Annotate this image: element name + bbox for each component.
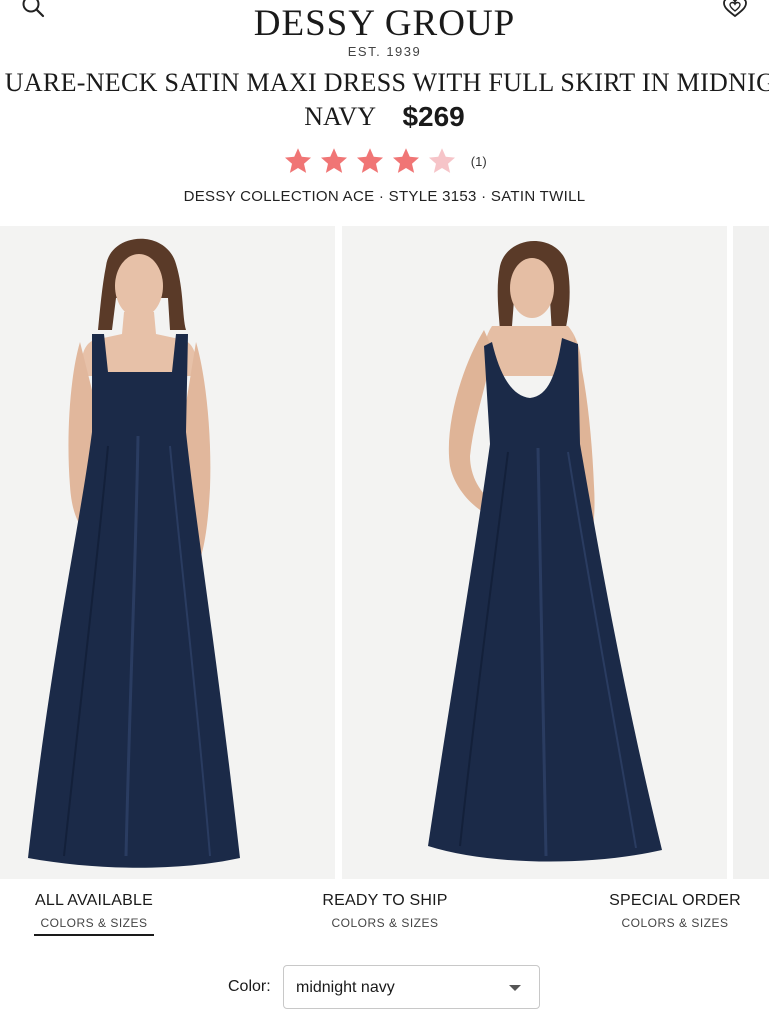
tab-sublabel: COLORS & SIZES [331, 916, 439, 930]
chevron-down-icon [509, 985, 521, 991]
rating-stars[interactable] [282, 146, 462, 176]
product-title-continued: Navy [304, 102, 376, 131]
product-title: uare-Neck Satin Maxi Dress with Full Ski… [4, 68, 769, 97]
tab-special-order[interactable]: SPECIAL ORDER COLORS & SIZES [570, 892, 769, 930]
color-selector-row: Color: midnight navy [0, 965, 769, 1009]
site-header: DESSY GROUP EST. 1939 [0, 0, 769, 66]
availability-tabs: ALL AVAILABLE COLORS & SIZES READY TO SH… [0, 892, 769, 952]
tab-sublabel: COLORS & SIZES [621, 916, 729, 930]
star-filled-icon [285, 148, 312, 173]
tab-label: SPECIAL ORDER [609, 892, 741, 909]
color-dropdown-value: midnight navy [296, 979, 395, 996]
brand-logo[interactable]: DESSY GROUP [0, 2, 769, 45]
tab-sublabel: COLORS & SIZES [40, 916, 148, 930]
product-gallery[interactable] [0, 226, 769, 879]
product-title-line2: Navy $269 [0, 101, 769, 135]
tab-all-available[interactable]: ALL AVAILABLE COLORS & SIZES [0, 892, 199, 930]
active-tab-underline [34, 934, 154, 936]
tab-label: ALL AVAILABLE [35, 892, 153, 909]
star-empty-icon [429, 148, 456, 173]
dress-back-illustration [342, 226, 727, 879]
brand-est: EST. 1939 [347, 44, 422, 59]
color-label: Color: [228, 978, 271, 995]
color-dropdown[interactable]: midnight navy [283, 965, 540, 1009]
product-price: $269 [402, 101, 465, 132]
product-photo-next-peek[interactable] [733, 226, 769, 879]
tab-label: READY TO SHIP [322, 892, 448, 909]
tab-ready-to-ship[interactable]: READY TO SHIP COLORS & SIZES [280, 892, 490, 930]
product-rating[interactable]: (1) [0, 146, 769, 178]
product-style-line: DESSY COLLECTION ACE · STYLE 3153 · SATI… [183, 188, 586, 205]
product-photo-front[interactable] [0, 226, 335, 879]
product-photo-back[interactable] [342, 226, 727, 879]
dress-front-illustration [0, 226, 335, 879]
star-filled-icon [321, 148, 348, 173]
star-filled-icon [357, 148, 384, 173]
review-count[interactable]: (1) [471, 154, 487, 169]
star-filled-icon [393, 148, 420, 173]
heart-icon[interactable] [722, 0, 748, 18]
